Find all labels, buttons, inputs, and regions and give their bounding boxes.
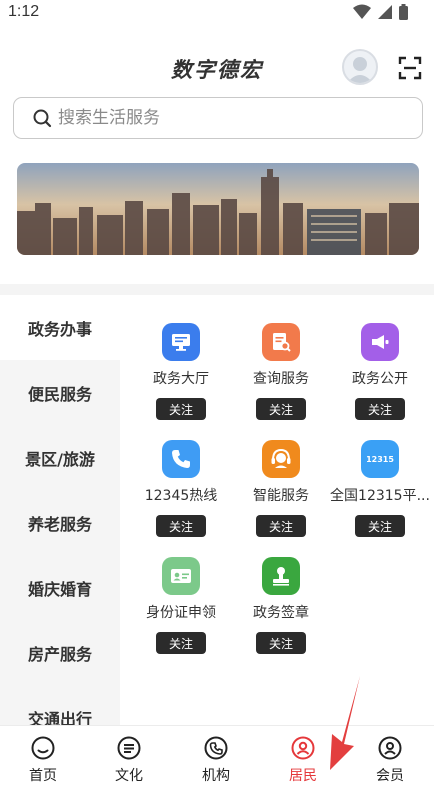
service-tile[interactable]: 查询服务 关注 bbox=[226, 323, 336, 420]
sidebar-item-convenience-services[interactable]: 便民服务 bbox=[0, 360, 120, 425]
12315-badge-icon: 12315 bbox=[361, 440, 399, 478]
tab-label: 会员 bbox=[376, 768, 404, 784]
bottom-tab-bar: 首页 文化 机构 居民 会员 bbox=[0, 725, 434, 789]
megaphone-icon bbox=[361, 323, 399, 361]
service-grid: 政务大厅 关注 查询服务 关注 政务公开 关注 12345热线 关注 智能服务 … bbox=[120, 295, 434, 725]
member-icon bbox=[378, 736, 402, 760]
cellular-signal-icon bbox=[378, 5, 392, 19]
follow-button[interactable]: 关注 bbox=[256, 632, 306, 654]
sidebar-item-label: 政务办事 bbox=[27, 319, 92, 339]
resident-icon bbox=[291, 736, 315, 760]
wifi-icon bbox=[353, 4, 371, 19]
search-bar[interactable] bbox=[13, 97, 423, 139]
service-label: 身份证申领 bbox=[146, 605, 216, 621]
service-tile[interactable]: 政务签章 关注 bbox=[226, 557, 336, 654]
sidebar-item-transportation[interactable]: 交通出行 bbox=[0, 685, 120, 726]
monitor-icon bbox=[162, 323, 200, 361]
sidebar-item-scenic-tourism[interactable]: 景区/旅游 bbox=[0, 425, 120, 490]
avatar[interactable] bbox=[342, 49, 378, 85]
user-avatar-icon bbox=[347, 57, 373, 83]
service-label: 政务签章 bbox=[253, 605, 309, 621]
follow-button[interactable]: 关注 bbox=[156, 515, 206, 537]
sidebar-item-elderly-care[interactable]: 养老服务 bbox=[0, 490, 120, 555]
battery-icon bbox=[399, 4, 408, 20]
phone-icon bbox=[162, 440, 200, 478]
service-tile[interactable]: 政务大厅 关注 bbox=[126, 323, 236, 420]
service-tile[interactable]: 政务公开 关注 bbox=[325, 323, 434, 420]
search-input[interactable] bbox=[58, 108, 378, 128]
city-skyline-image bbox=[17, 163, 419, 255]
follow-button[interactable]: 关注 bbox=[256, 515, 306, 537]
service-label: 查询服务 bbox=[253, 371, 309, 387]
follow-button[interactable]: 关注 bbox=[156, 398, 206, 420]
sidebar-item-label: 交通出行 bbox=[27, 709, 92, 726]
follow-button[interactable]: 关注 bbox=[355, 398, 405, 420]
status-time: 1:12 bbox=[8, 3, 40, 20]
service-tile[interactable]: 12315 全国12315平... 关注 bbox=[325, 440, 434, 537]
institution-icon bbox=[204, 736, 228, 760]
sidebar-item-label: 婚庆婚育 bbox=[27, 579, 92, 599]
scan-icon[interactable] bbox=[398, 56, 422, 80]
tab-label: 居民 bbox=[289, 768, 317, 784]
tab-label: 文化 bbox=[115, 768, 143, 784]
service-tile[interactable]: 身份证申领 关注 bbox=[126, 557, 236, 654]
tab-label: 机构 bbox=[202, 768, 230, 784]
tab-resident[interactable]: 居民 bbox=[260, 726, 346, 789]
stamp-icon bbox=[262, 557, 300, 595]
service-label: 政务公开 bbox=[352, 371, 408, 387]
home-icon bbox=[31, 736, 55, 760]
follow-button[interactable]: 关注 bbox=[256, 398, 306, 420]
tab-label: 首页 bbox=[29, 768, 57, 784]
service-label: 政务大厅 bbox=[153, 371, 209, 387]
tab-member[interactable]: 会员 bbox=[347, 726, 433, 789]
follow-button[interactable]: 关注 bbox=[355, 515, 405, 537]
sidebar-item-government-affairs[interactable]: 政务办事 bbox=[0, 295, 120, 360]
follow-button[interactable]: 关注 bbox=[156, 632, 206, 654]
document-search-icon bbox=[262, 323, 300, 361]
service-tile[interactable]: 智能服务 关注 bbox=[226, 440, 336, 537]
sidebar-item-label: 养老服务 bbox=[27, 514, 92, 534]
service-label: 全国12315平... bbox=[330, 488, 430, 504]
sidebar-item-label: 房产服务 bbox=[27, 644, 92, 664]
sidebar-item-label: 便民服务 bbox=[27, 384, 92, 404]
sidebar-item-housing-services[interactable]: 房产服务 bbox=[0, 620, 120, 685]
tab-institution[interactable]: 机构 bbox=[173, 726, 259, 789]
id-card-icon bbox=[162, 557, 200, 595]
sidebar-item-label: 景区/旅游 bbox=[25, 449, 95, 469]
service-label: 12345热线 bbox=[144, 488, 218, 504]
status-bar: 1:12 bbox=[0, 0, 434, 26]
headset-icon bbox=[262, 440, 300, 478]
service-label: 智能服务 bbox=[253, 488, 309, 504]
search-icon bbox=[33, 109, 52, 128]
tab-home[interactable]: 首页 bbox=[0, 726, 86, 789]
city-banner-image[interactable] bbox=[17, 163, 419, 255]
app-header: 数字德宏 bbox=[0, 40, 434, 96]
category-sidebar: 政务办事 便民服务 景区/旅游 养老服务 婚庆婚育 房产服务 交通出行 bbox=[0, 295, 120, 725]
section-divider bbox=[0, 284, 434, 295]
status-icons bbox=[353, 4, 408, 20]
sidebar-item-marriage-childbirth[interactable]: 婚庆婚育 bbox=[0, 555, 120, 620]
tab-culture[interactable]: 文化 bbox=[86, 726, 172, 789]
service-tile[interactable]: 12345热线 关注 bbox=[126, 440, 236, 537]
culture-icon bbox=[117, 736, 141, 760]
